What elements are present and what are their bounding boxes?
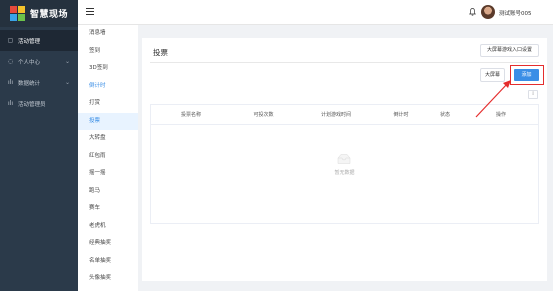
vote-table: 投票名称 可投次数 计划游戏时间 倒计时 状态 操作 暂无数据 [150, 104, 539, 224]
empty-state: 暂无数据 [151, 125, 538, 223]
submenu-item-vote[interactable]: 投票 [78, 112, 138, 130]
admin-icon: ılı [7, 100, 13, 107]
empty-box-icon [337, 154, 351, 164]
submenu-item-wheel[interactable]: 大转盘 [78, 130, 138, 148]
username[interactable]: 测试账号005 [499, 9, 532, 17]
big-screen-button[interactable]: 大屏幕 [480, 68, 505, 82]
submenu-item-3d-sign-in[interactable]: 3D签到 [78, 60, 138, 78]
column-header-countdown[interactable]: 倒计时 [376, 105, 426, 124]
column-header-vote-count[interactable]: 可投次数 [231, 105, 296, 124]
chevron-down-icon: ⌄ [64, 79, 70, 86]
column-header-vote-name[interactable]: 投票名称 [151, 105, 231, 124]
top-bar: 测试账号005 [78, 0, 553, 25]
add-button[interactable]: 添加 [514, 69, 539, 81]
user-icon: ◌ [7, 58, 14, 65]
submenu-item-avatar-lottery[interactable]: 头像抽奖 [78, 270, 138, 288]
submenu-item-red-packet-rain[interactable]: 红包雨 [78, 148, 138, 166]
sidebar-item-statistics[interactable]: ılı 数据统计 ⌄ [0, 72, 78, 93]
column-header-actions[interactable]: 操作 [464, 105, 538, 124]
submenu-item-classic-lottery[interactable]: 经典抽奖 [78, 235, 138, 253]
vote-panel: 投票 大屏幕游戏入口设置 大屏幕 添加 ⁞ 投票名称 可投次数 计划游戏时间 倒… [142, 38, 547, 281]
hamburger-icon[interactable] [86, 8, 94, 15]
submenu-item-sign-in[interactable]: 签到 [78, 43, 138, 61]
sidebar-item-personal-center[interactable]: ◌ 个人中心 ⌄ [0, 51, 78, 72]
submenu-item-list-lottery[interactable]: 名单抽奖 [78, 253, 138, 271]
submenu-item-message-wall[interactable]: 消息墙 [78, 25, 138, 43]
chart-icon: ılı [7, 79, 13, 86]
app-logo[interactable]: 智慧现场 [0, 0, 78, 27]
app-title: 智慧现场 [30, 10, 69, 20]
document-icon: ▢ [7, 37, 14, 44]
table-header: 投票名称 可投次数 计划游戏时间 倒计时 状态 操作 [151, 105, 538, 125]
game-submenu: 消息墙 签到 3D签到 倒计时 打赏 投票 大转盘 红包雨 摇一摇 跑马 赛车 … [78, 25, 138, 291]
logo-mark-icon [10, 6, 25, 21]
submenu-item-reward[interactable]: 打赏 [78, 95, 138, 113]
sidebar-item-label: 活动管理 [18, 38, 41, 45]
sidebar-item-activity-management[interactable]: ▢ 活动管理 [0, 30, 78, 51]
main-sidebar: 智慧现场 ▢ 活动管理 ◌ 个人中心 ⌄ ılı 数据统计 ⌄ ılı 活动管理… [0, 0, 78, 291]
sidebar-item-label: 个人中心 [18, 59, 41, 66]
empty-text: 暂无数据 [334, 170, 355, 176]
chevron-down-icon: ⌄ [64, 58, 70, 65]
submenu-item-horse-race[interactable]: 跑马 [78, 183, 138, 201]
bell-icon[interactable] [469, 8, 476, 16]
submenu-item-shake[interactable]: 摇一摇 [78, 165, 138, 183]
column-header-scheduled-time[interactable]: 计划游戏时间 [296, 105, 376, 124]
sidebar-item-label: 数据统计 [18, 80, 41, 87]
submenu-item-slot-machine[interactable]: 老虎机 [78, 218, 138, 236]
page-title: 投票 [153, 48, 168, 57]
column-settings-icon[interactable]: ⁞ [528, 90, 538, 99]
sidebar-item-label: 活动管理员 [18, 101, 46, 108]
column-header-status[interactable]: 状态 [426, 105, 464, 124]
submenu-item-countdown[interactable]: 倒计时 [78, 78, 138, 96]
sidebar-item-activity-admin[interactable]: ılı 活动管理员 [0, 93, 78, 114]
avatar[interactable] [481, 5, 495, 19]
submenu-item-car-race[interactable]: 赛车 [78, 200, 138, 218]
screen-entry-settings-button[interactable]: 大屏幕游戏入口设置 [479, 44, 539, 57]
divider [150, 62, 539, 63]
